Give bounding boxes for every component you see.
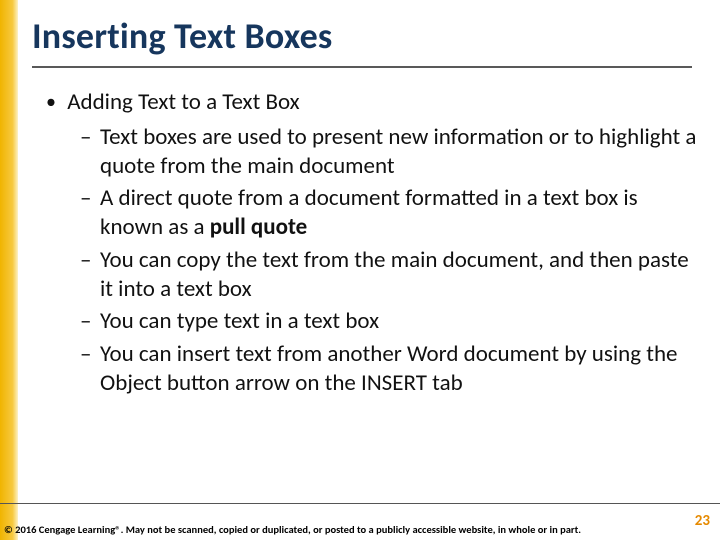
page-number: 23	[695, 512, 710, 530]
dash-icon: –	[80, 340, 100, 398]
sublist: – Text boxes are used to present new inf…	[80, 123, 700, 398]
list-item-level2: – A direct quote from a document formatt…	[80, 184, 700, 242]
title-divider	[32, 66, 692, 68]
bullet-dot-icon: •	[40, 90, 62, 115]
level2-text: You can copy the text from the main docu…	[100, 246, 700, 304]
dash-icon: –	[80, 123, 100, 181]
slide-title: Inserting Text Boxes	[32, 14, 332, 58]
slide: Inserting Text Boxes • Adding Text to a …	[0, 0, 720, 540]
level1-text: Adding Text to a Text Box	[67, 88, 687, 117]
accent-stripe	[0, 0, 18, 540]
dash-icon: –	[80, 246, 100, 304]
level2-text-part: A direct quote from a document formatted…	[100, 184, 638, 241]
level2-text: A direct quote from a document formatted…	[100, 184, 700, 242]
level2-text: You can insert text from another Word do…	[100, 340, 700, 398]
footer-divider	[0, 503, 720, 504]
content-area: • Adding Text to a Text Box – Text boxes…	[40, 88, 700, 402]
dash-icon: –	[80, 184, 100, 242]
level2-text: You can type text in a text box	[100, 307, 700, 336]
list-item-level2: – You can copy the text from the main do…	[80, 246, 700, 304]
level2-text: Text boxes are used to present new infor…	[100, 123, 700, 181]
copyright-footer: © 2016 Cengage Learning®. May not be sca…	[4, 523, 674, 536]
list-item-level1: • Adding Text to a Text Box	[40, 88, 700, 117]
bold-term: pull quote	[210, 213, 308, 241]
dash-icon: –	[80, 307, 100, 336]
list-item-level2: – You can type text in a text box	[80, 307, 700, 336]
list-item-level2: – Text boxes are used to present new inf…	[80, 123, 700, 181]
list-item-level2: – You can insert text from another Word …	[80, 340, 700, 398]
